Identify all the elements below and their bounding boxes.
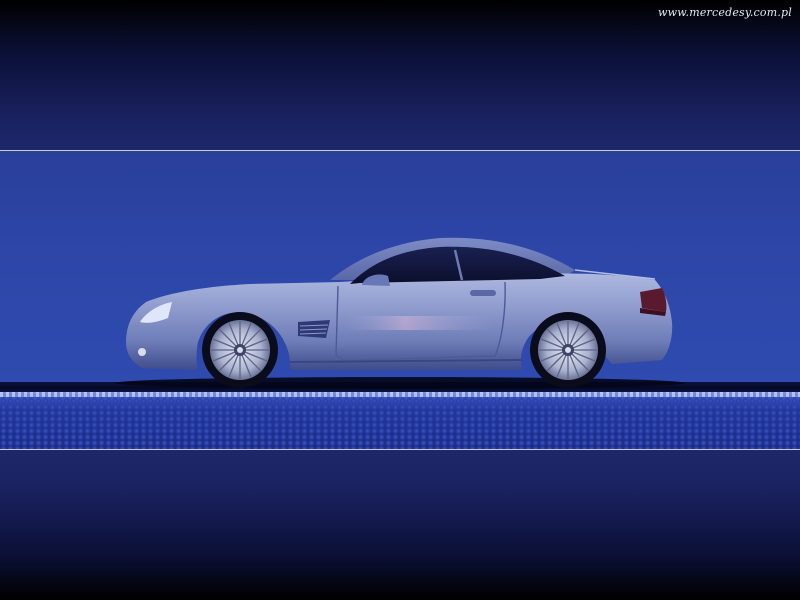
watermark-text: www.mercedesy.com.pl — [657, 6, 792, 19]
wallpaper: www.mercedesy.com.pl — [0, 0, 800, 600]
car-door-handle — [470, 290, 496, 296]
rear-wheel — [530, 312, 606, 388]
car-ground-shadow — [115, 377, 685, 389]
car-fog-light — [138, 348, 146, 356]
car-illustration — [115, 237, 685, 389]
car-door-reflection — [345, 316, 495, 330]
front-wheel — [202, 312, 278, 388]
car-side-vent — [298, 320, 330, 338]
